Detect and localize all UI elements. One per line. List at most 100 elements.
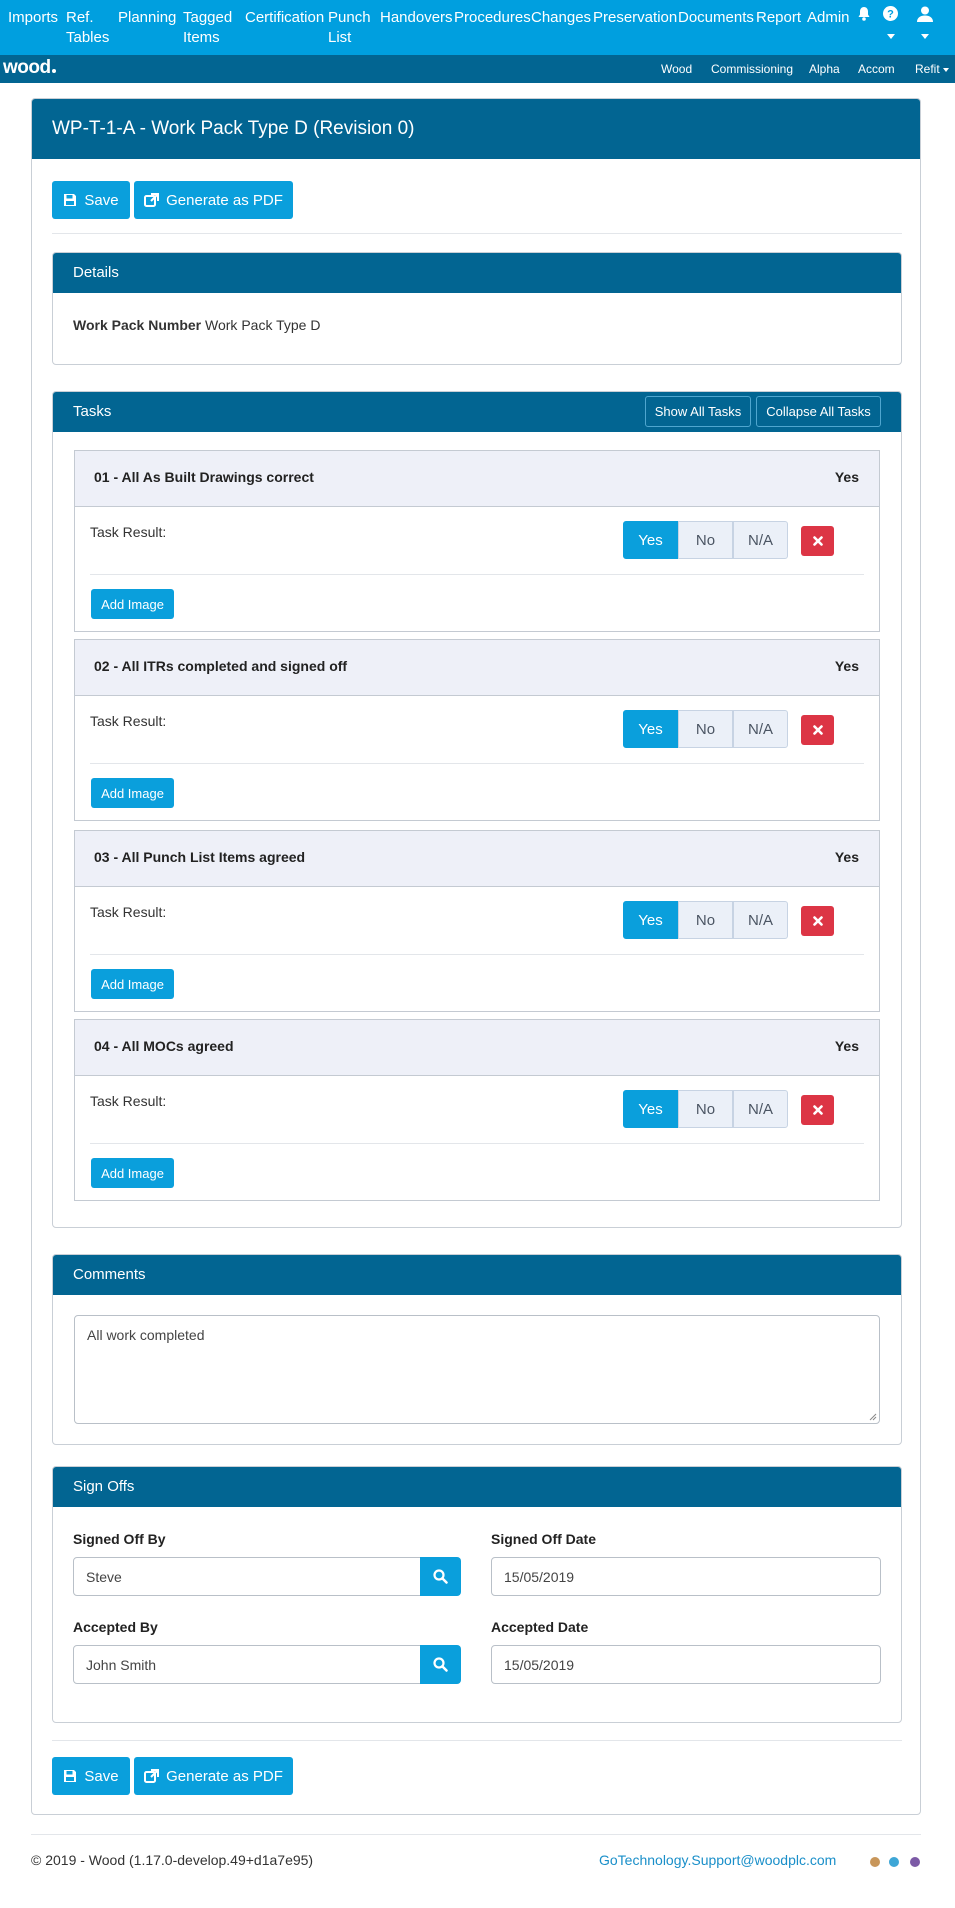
task-result-option-yes[interactable]: Yes — [623, 521, 678, 559]
accepted-by-field[interactable]: John Smith — [73, 1645, 421, 1684]
work-pack-card: WP-T-1-A - Work Pack Type D (Revision 0)… — [31, 98, 921, 1815]
save-button[interactable]: Save — [52, 181, 130, 219]
tasks-title: Tasks — [73, 403, 112, 420]
add-image-button[interactable]: Add Image — [91, 1158, 174, 1188]
task-status: Yes — [834, 1038, 859, 1054]
task-result-option-no[interactable]: No — [678, 1090, 733, 1128]
comments-header: Comments — [53, 1255, 901, 1295]
signed-off-date-label: Signed Off Date — [491, 1531, 597, 1547]
nav-changes[interactable]: Changes — [531, 8, 591, 28]
support-email-link[interactable]: GoTechnology.Support@woodplc.com — [599, 1852, 836, 1868]
top-navbar: Imports Ref. Tables Planning Tagged Item… — [0, 0, 955, 55]
comments-textarea[interactable]: All work completed — [74, 1315, 880, 1424]
task-result-label: Task Result: — [90, 524, 167, 540]
clear-result-button[interactable] — [801, 906, 834, 936]
divider — [90, 1143, 864, 1144]
context-commissioning[interactable]: Commissioning — [711, 62, 793, 76]
task-result-option-na[interactable]: N/A — [733, 710, 788, 748]
show-all-tasks-button[interactable]: Show All Tasks — [645, 396, 751, 427]
details-panel: Details Work Pack Number Work Pack Type … — [52, 252, 902, 365]
task-header[interactable]: 04 - All MOCs agreed Yes — [75, 1020, 879, 1076]
nav-planning[interactable]: Planning — [118, 8, 176, 28]
nav-certification[interactable]: Certification — [245, 8, 324, 28]
signoffs-header: Sign Offs — [53, 1467, 901, 1507]
task-header[interactable]: 03 - All Punch List Items agreed Yes — [75, 831, 879, 887]
accepted-date-value: 15/05/2019 — [504, 1656, 575, 1673]
task-result-option-no[interactable]: No — [678, 901, 733, 939]
add-image-button[interactable]: Add Image — [91, 969, 174, 999]
search-icon — [433, 1569, 448, 1584]
chevron-down-icon — [921, 34, 929, 39]
task-result-option-na[interactable]: N/A — [733, 901, 788, 939]
divider — [90, 574, 864, 575]
comments-value: All work completed — [87, 1327, 205, 1343]
task-header[interactable]: 02 - All ITRs completed and signed off Ye… — [75, 640, 879, 696]
help-icon[interactable]: ? — [883, 6, 901, 46]
search-icon — [433, 1657, 448, 1672]
task-status: Yes — [834, 469, 859, 485]
nav-tagged-items[interactable]: Tagged Items — [183, 8, 232, 48]
nav-procedures[interactable]: Procedures — [454, 8, 531, 28]
nav-preservation[interactable]: Preservation — [593, 8, 677, 28]
save-label: Save — [84, 191, 119, 209]
details-title: Details — [73, 264, 119, 281]
nav-ref-tables[interactable]: Ref. Tables — [66, 8, 109, 48]
nav-report[interactable]: Report — [756, 8, 801, 28]
generate-pdf-button-bottom[interactable]: Generate as PDF — [134, 1757, 293, 1795]
signed-off-by-field[interactable]: Steve — [73, 1557, 421, 1596]
context-alpha[interactable]: Alpha — [809, 62, 840, 76]
context-accom[interactable]: Accom — [858, 62, 895, 76]
context-wood[interactable]: Wood — [661, 62, 692, 76]
task-result-option-yes[interactable]: Yes — [623, 1090, 678, 1128]
clear-result-button[interactable] — [801, 715, 834, 745]
accepted-date-field[interactable]: 15/05/2019 — [491, 1645, 881, 1684]
nav-imports[interactable]: Imports — [8, 8, 58, 28]
user-icon[interactable] — [917, 6, 935, 46]
save-button-bottom[interactable]: Save — [52, 1757, 130, 1795]
collapse-all-tasks-button[interactable]: Collapse All Tasks — [756, 396, 881, 427]
bell-icon[interactable] — [857, 6, 875, 46]
divider — [52, 233, 902, 234]
task-card: 02 - All ITRs completed and signed off Ye… — [74, 639, 880, 821]
work-pack-number: Work Pack Number Work Pack Type D — [73, 317, 320, 333]
nav-admin[interactable]: Admin — [807, 8, 850, 28]
chevron-down-icon — [887, 34, 895, 39]
work-pack-number-value: Work Pack Type D — [205, 317, 321, 333]
nav-punch-list[interactable]: Punch List — [328, 8, 371, 48]
signed-off-by-value: Steve — [86, 1568, 122, 1585]
accepted-by-search-button[interactable] — [420, 1645, 461, 1684]
clear-result-button[interactable] — [801, 1095, 834, 1125]
work-pack-number-label: Work Pack Number — [73, 317, 202, 333]
add-image-button[interactable]: Add Image — [91, 778, 174, 808]
task-title: 03 - All Punch List Items agreed — [94, 849, 306, 865]
comments-panel: Comments All work completed — [52, 1254, 902, 1445]
signed-off-date-field[interactable]: 15/05/2019 — [491, 1557, 881, 1596]
task-result-option-na[interactable]: N/A — [733, 521, 788, 559]
task-card: 04 - All MOCs agreed Yes Task Result: Yes No… — [74, 1019, 880, 1201]
accepted-date-label: Accepted Date — [491, 1619, 589, 1635]
divider — [90, 763, 864, 764]
task-result-option-no[interactable]: No — [678, 710, 733, 748]
task-header[interactable]: 01 - All As Built Drawings correct Yes — [75, 451, 879, 507]
task-result-option-yes[interactable]: Yes — [623, 901, 678, 939]
work-pack-header: WP-T-1-A - Work Pack Type D (Revision 0) — [32, 99, 920, 159]
add-image-button[interactable]: Add Image — [91, 589, 174, 619]
task-card: 03 - All Punch List Items agreed Yes Task … — [74, 830, 880, 1012]
task-result-option-no[interactable]: No — [678, 521, 733, 559]
context-refit-dropdown[interactable]: Refit — [915, 62, 949, 76]
resize-handle-icon[interactable] — [869, 1413, 877, 1421]
nav-documents[interactable]: Documents — [678, 8, 754, 28]
floppy-disk-icon — [64, 194, 77, 206]
wood-logo[interactable]: wood — [3, 57, 56, 79]
external-link-icon — [144, 193, 160, 207]
task-result-option-na[interactable]: N/A — [733, 1090, 788, 1128]
nav-handovers[interactable]: Handovers — [380, 8, 453, 28]
accepted-by-value: John Smith — [86, 1656, 157, 1673]
external-link-icon — [144, 1769, 160, 1783]
clear-result-button[interactable] — [801, 526, 834, 556]
task-result-option-yes[interactable]: Yes — [623, 710, 678, 748]
signed-off-by-search-button[interactable] — [420, 1557, 461, 1596]
tasks-header: Tasks Show All Tasks Collapse All Tasks — [53, 392, 901, 432]
svg-text:?: ? — [887, 9, 894, 21]
generate-pdf-button[interactable]: Generate as PDF — [134, 181, 293, 219]
